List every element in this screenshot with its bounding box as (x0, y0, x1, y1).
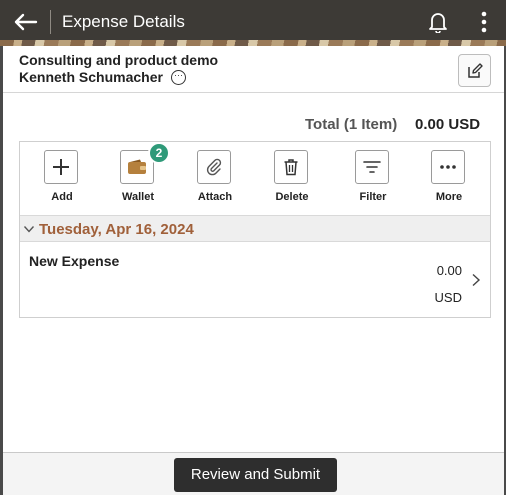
bell-icon (429, 13, 447, 33)
kebab-menu-icon (481, 11, 487, 33)
total-label: Total (1 Item) (305, 116, 398, 133)
edit-report-button[interactable] (458, 54, 491, 87)
back-arrow-icon (14, 13, 38, 31)
date-group-header[interactable]: Tuesday, Apr 16, 2024 (20, 215, 490, 242)
actions-menu-button[interactable] (474, 8, 494, 36)
page-title: Expense Details (62, 12, 185, 31)
app-header: Expense Details (0, 0, 506, 46)
report-name: Consulting and product demo (19, 52, 219, 68)
expense-amount: 0.00 (436, 263, 462, 278)
more-button-box[interactable] (431, 150, 465, 184)
filter-icon (363, 161, 381, 173)
date-group-label: Tuesday, Apr 16, 2024 (39, 221, 194, 238)
attach-button[interactable]: Attach (185, 150, 245, 210)
expense-currency: USD (434, 290, 462, 305)
delete-button[interactable]: Delete (262, 150, 322, 210)
back-button[interactable] (8, 7, 42, 37)
more-label: More (435, 191, 463, 203)
expense-line-item[interactable]: New Expense 0.00 USD (20, 243, 490, 317)
filter-button-box[interactable] (355, 150, 389, 184)
employee-name: Kenneth Schumacher (19, 69, 163, 85)
wallet-count-badge: 2 (148, 142, 170, 164)
add-button-box[interactable] (44, 150, 78, 184)
report-summary-bar: Consulting and product demo Kenneth Schu… (3, 49, 504, 93)
more-icon (440, 165, 456, 169)
chevron-right-icon (472, 273, 481, 287)
delete-button-box[interactable] (274, 150, 308, 184)
add-label: Add (51, 191, 73, 203)
expense-description: New Expense (29, 253, 120, 269)
paperclip-icon (206, 158, 222, 176)
more-button[interactable]: More (419, 150, 479, 210)
filter-button[interactable]: Filter (343, 150, 403, 210)
employee-details-icon[interactable]: ··· (171, 70, 186, 85)
add-button[interactable]: Add (32, 150, 92, 210)
filter-label: Filter (359, 191, 387, 203)
trash-icon (284, 159, 298, 176)
expense-lines-card: Add Wallet 2 Attach Delete Filter More T… (19, 141, 491, 318)
total-value: 0.00 USD (415, 116, 481, 133)
plus-icon (53, 159, 69, 175)
chevron-down-icon (23, 226, 35, 233)
attach-button-box[interactable] (197, 150, 231, 184)
header-banner-strip (0, 40, 506, 46)
wallet-icon (128, 159, 146, 174)
notifications-button[interactable] (424, 8, 452, 36)
header-divider (50, 10, 51, 34)
edit-icon (467, 62, 483, 78)
attach-label: Attach (197, 191, 233, 203)
expense-toolbar: Add Wallet 2 Attach Delete Filter More (20, 142, 490, 214)
delete-label: Delete (275, 191, 309, 203)
footer-bar: Review and Submit (3, 452, 504, 495)
wallet-label: Wallet (122, 191, 154, 203)
review-and-submit-button[interactable]: Review and Submit (174, 458, 337, 492)
